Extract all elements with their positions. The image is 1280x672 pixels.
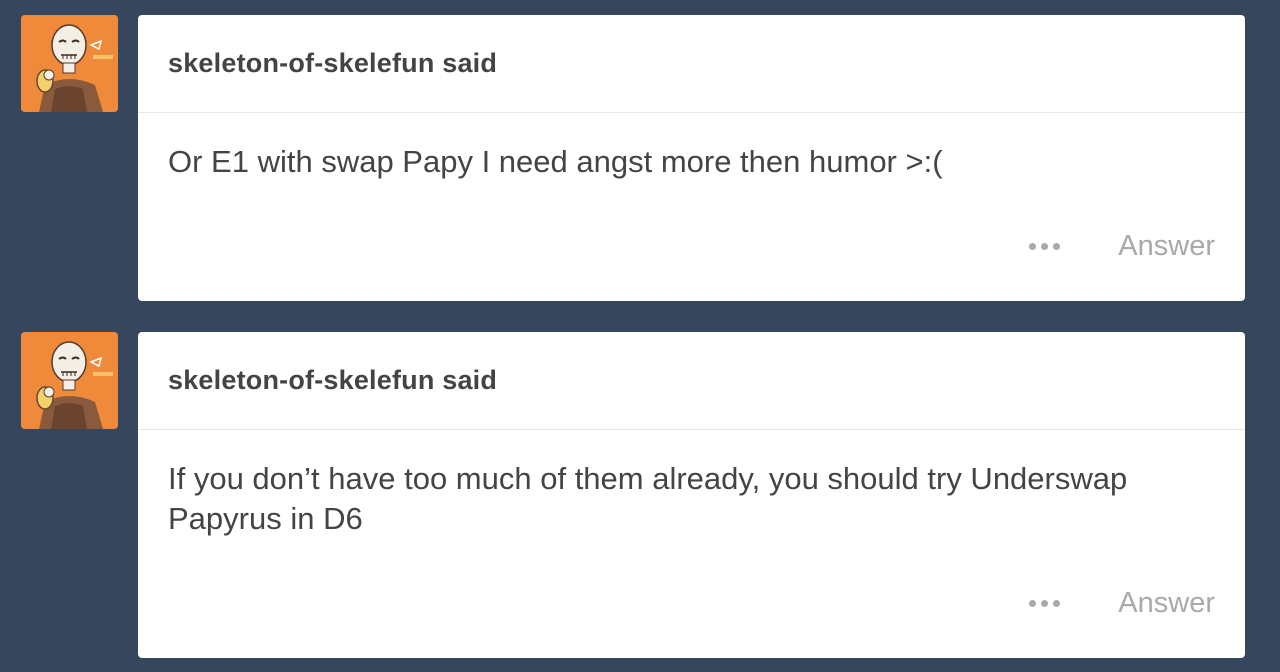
answer-button[interactable]: Answer bbox=[1118, 587, 1215, 620]
ellipsis-icon bbox=[1041, 243, 1049, 250]
ellipsis-icon bbox=[1029, 243, 1037, 250]
ask-text: Or E1 with swap Papy I need angst more t… bbox=[168, 144, 943, 179]
ask-body: If you don’t have too much of them alrea… bbox=[138, 430, 1245, 539]
skeleton-avatar-icon bbox=[21, 332, 118, 429]
asker-name[interactable]: skeleton-of-skelefun said bbox=[168, 48, 497, 79]
more-options-button[interactable] bbox=[1029, 600, 1061, 607]
ellipsis-icon bbox=[1029, 600, 1037, 607]
ask-footer: Answer bbox=[1029, 587, 1215, 620]
more-options-button[interactable] bbox=[1029, 243, 1061, 250]
ellipsis-icon bbox=[1041, 600, 1049, 607]
ellipsis-icon bbox=[1053, 243, 1061, 250]
ask-footer: Answer bbox=[1029, 230, 1215, 263]
ask-header: skeleton-of-skelefun said bbox=[138, 15, 1245, 113]
asker-avatar[interactable] bbox=[21, 15, 118, 112]
answer-button[interactable]: Answer bbox=[1118, 230, 1215, 263]
asker-name[interactable]: skeleton-of-skelefun said bbox=[168, 365, 497, 396]
ask-card: skeleton-of-skelefun said Or E1 with swa… bbox=[138, 15, 1245, 301]
asker-avatar[interactable] bbox=[21, 332, 118, 429]
ask-body: Or E1 with swap Papy I need angst more t… bbox=[138, 113, 1245, 182]
ellipsis-icon bbox=[1053, 600, 1061, 607]
ask-text: If you don’t have too much of them alrea… bbox=[168, 461, 1128, 536]
ask-header: skeleton-of-skelefun said bbox=[138, 332, 1245, 430]
skeleton-avatar-icon bbox=[21, 15, 118, 112]
ask-card: skeleton-of-skelefun said If you don’t h… bbox=[138, 332, 1245, 658]
